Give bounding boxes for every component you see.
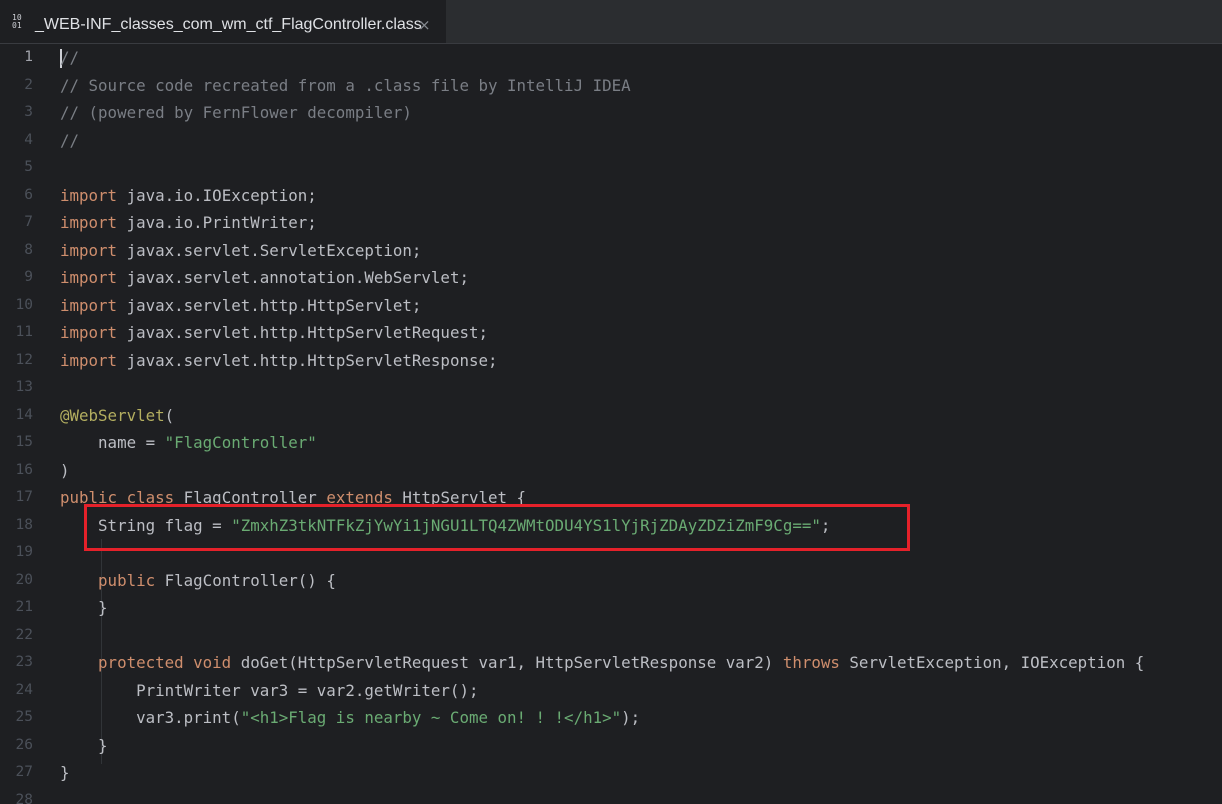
line-number: 14: [15, 406, 33, 423]
line-number: 24: [15, 681, 33, 698]
line-number: 19: [15, 544, 33, 560]
code-editor[interactable]: 1 2 3 4 5 6 7 8 9 10 11 12 13 14 15 16 1…: [0, 44, 1222, 804]
code-line-11: import javax.servlet.http.HttpServletReq…: [60, 323, 488, 342]
line-number: 26: [15, 736, 33, 753]
line-number: 21: [15, 599, 33, 615]
code-line-23: protected void doGet(HttpServletRequest …: [98, 653, 1145, 672]
code-line-15: name = "FlagController": [60, 433, 317, 452]
line-number: 6: [24, 186, 33, 203]
line-number: 12: [15, 351, 33, 368]
line-number: 28: [15, 791, 33, 804]
flag-string: "ZmxhZ3tkNTFkZjYwYi1jNGU1LTQ4ZWMtODU4YS1…: [231, 515, 821, 535]
line-number: 7: [24, 214, 33, 230]
code-line-20: public FlagController() {: [98, 570, 336, 590]
code-line-25: var3.print("<h1>Flag is nearby ~ Come on…: [60, 708, 641, 727]
line-number: 27: [15, 764, 33, 780]
code-line-14: @WebServlet(: [60, 405, 175, 425]
code-line-3: // (powered by FernFlower decompiler): [60, 103, 412, 122]
code-line-10: import javax.servlet.http.HttpServlet;: [60, 295, 422, 315]
code-line-26: }: [60, 735, 108, 755]
line-number: 22: [15, 626, 33, 643]
code-line-1: //: [60, 48, 80, 68]
close-tab-icon[interactable]: ×: [418, 0, 431, 43]
line-number: 8: [24, 241, 33, 258]
code-line-9: import javax.servlet.annotation.WebServl…: [60, 268, 469, 287]
line-number: 9: [24, 269, 33, 285]
code-line-17: public class FlagController extends Http…: [60, 488, 527, 507]
tab-flagcontroller-class[interactable]: 10 01 _WEB-INF_classes_com_wm_ctf_FlagCo…: [0, 0, 446, 43]
line-number: 16: [15, 461, 33, 478]
line-number: 5: [24, 159, 33, 175]
editor-tab-bar: 10 01 _WEB-INF_classes_com_wm_ctf_FlagCo…: [0, 0, 1222, 44]
binary-class-file-icon: 10 01: [12, 13, 22, 30]
line-number: 2: [24, 76, 33, 93]
code-line-27: }: [60, 763, 70, 782]
code-line-21: }: [60, 598, 108, 617]
line-number: 4: [24, 131, 33, 148]
line-number: 11: [15, 324, 33, 340]
code-line-18-flag: String flag = "ZmxhZ3tkNTFkZjYwYi1jNGU1L…: [60, 515, 831, 535]
line-number: 3: [24, 104, 33, 120]
line-number: 25: [15, 709, 33, 725]
line-number: 13: [15, 379, 33, 395]
code-line-16: ): [60, 460, 70, 480]
line-number: 17: [15, 489, 33, 505]
line-number: 20: [15, 571, 33, 588]
code-line-2: // Source code recreated from a .class f…: [60, 75, 631, 95]
line-number: 18: [15, 516, 33, 533]
code-line-12: import javax.servlet.http.HttpServletRes…: [60, 350, 498, 370]
line-number: 1: [24, 49, 33, 65]
tab-label: _WEB-INF_classes_com_wm_ctf_FlagControll…: [35, 16, 422, 33]
ide-window: 10 01 _WEB-INF_classes_com_wm_ctf_FlagCo…: [0, 0, 1222, 804]
code-area[interactable]: // // Source code recreated from a .clas…: [60, 44, 1220, 804]
line-number: 23: [15, 654, 33, 670]
code-line-7: import java.io.PrintWriter;: [60, 213, 317, 232]
code-line-8: import javax.servlet.ServletException;: [60, 240, 422, 260]
code-line-24: PrintWriter var3 = var2.getWriter();: [60, 680, 479, 700]
code-line-6: import java.io.IOException;: [60, 185, 317, 205]
line-number-gutter[interactable]: 1 2 3 4 5 6 7 8 9 10 11 12 13 14 15 16 1…: [0, 44, 52, 804]
code-line-4: //: [60, 130, 80, 150]
line-number: 15: [15, 434, 33, 450]
line-number: 10: [15, 296, 33, 313]
